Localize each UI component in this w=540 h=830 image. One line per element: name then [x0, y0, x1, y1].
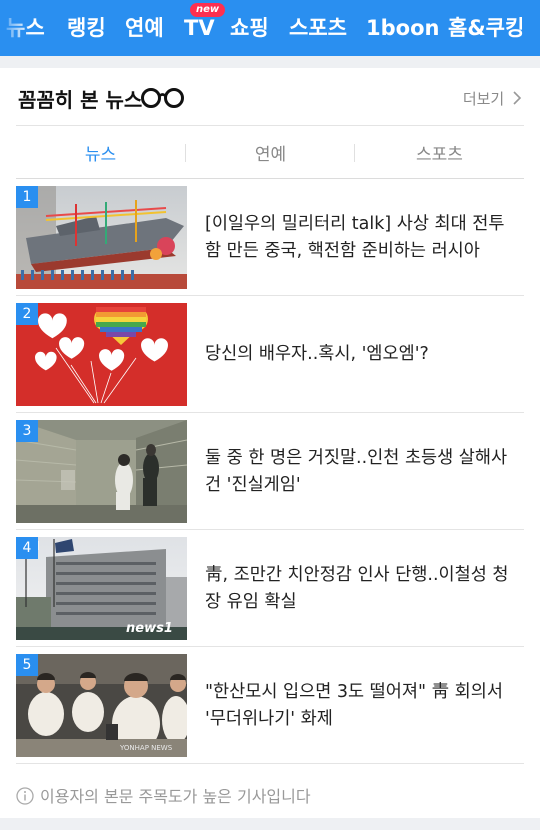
nav-item-shopping[interactable]: 쇼핑 [230, 14, 269, 42]
yonhap-watermark: YONHAP NEWS [120, 744, 173, 752]
nav-item-1boon[interactable]: 1boon [366, 14, 439, 42]
info-icon [16, 787, 34, 805]
news-title[interactable]: "한산모시 입으면 3도 떨어져" 靑 회의서 '무더위나기' 화제 [205, 647, 515, 764]
tab-entertainment[interactable]: 연예 [186, 140, 355, 165]
news-thumbnail: news1 4 [16, 537, 187, 640]
rank-badge: 4 [16, 537, 38, 559]
rank-badge: 5 [16, 654, 38, 676]
rank-badge: 3 [16, 420, 38, 442]
more-label: 더보기 [462, 90, 505, 108]
news-item[interactable]: 1 [이일우의 밀리터리 talk] 사상 최대 전투함 만든 중국, 핵전함 … [16, 179, 524, 296]
news-thumbnail: 3 [16, 420, 187, 523]
nav-item-tv[interactable]: TV [184, 14, 215, 42]
category-tabs: 뉴스 연예 스포츠 [16, 126, 524, 178]
more-link[interactable]: 더보기 [463, 88, 522, 109]
news-thumbnail: YONHAP NEWS 5 [16, 654, 187, 757]
news-title[interactable]: 당신의 배우자..혹시, '엠오엠'? [205, 296, 515, 413]
nav-fade [0, 0, 30, 56]
rank-badge: 1 [16, 186, 38, 208]
news-item[interactable]: 2 당신의 배우자..혹시, '엠오엠'? [16, 296, 524, 413]
top-nav: 뉴스 랭킹 연예 TV new 쇼핑 스포츠 1boon 홈&쿠킹 [0, 0, 540, 56]
tab-sports[interactable]: 스포츠 [355, 140, 524, 165]
divider [16, 763, 524, 764]
news1-watermark: news1 [126, 621, 173, 636]
news-item[interactable]: YONHAP NEWS 5 "한산모시 입으면 3도 떨어져" 靑 회의서 '무… [16, 647, 524, 764]
section-title: 꼼꼼히 본 뉴스 [18, 88, 143, 112]
footer-note: 이용자의 본문 주목도가 높은 기사입니다 [16, 783, 311, 807]
news-thumbnail: 2 [16, 303, 187, 406]
news-title[interactable]: [이일우의 밀리터리 talk] 사상 최대 전투함 만든 중국, 핵전함 준비… [205, 179, 515, 296]
nav-item-sports[interactable]: 스포츠 [289, 14, 347, 42]
nav-item-ranking[interactable]: 랭킹 [67, 14, 106, 42]
nav-item-entertainment[interactable]: 연예 [125, 14, 164, 42]
chevron-right-icon [513, 91, 522, 105]
news-item[interactable]: news1 4 靑, 조만간 치안정감 인사 단행..이철성 청장 유임 확실 [16, 530, 524, 647]
nav-item-home-cooking[interactable]: 홈&쿠킹 [448, 14, 524, 42]
news-item[interactable]: 3 둘 중 한 명은 거짓말..인천 초등생 살해사건 '진실게임' [16, 413, 524, 530]
new-badge: new [190, 3, 226, 17]
news-title[interactable]: 靑, 조만간 치안정감 인사 단행..이철성 청장 유임 확실 [205, 530, 515, 647]
most-read-card: 꼼꼼히 본 뉴스 더보기 뉴스 연예 스포츠 1 [이일우의 밀리터리 talk… [0, 68, 540, 818]
news-thumbnail: 1 [16, 186, 187, 289]
rank-badge: 2 [16, 303, 38, 325]
glasses-icon [141, 88, 184, 108]
tab-news[interactable]: 뉴스 [16, 140, 185, 165]
news-title[interactable]: 둘 중 한 명은 거짓말..인천 초등생 살해사건 '진실게임' [205, 413, 515, 530]
footer-note-text: 이용자의 본문 주목도가 높은 기사입니다 [40, 787, 311, 806]
